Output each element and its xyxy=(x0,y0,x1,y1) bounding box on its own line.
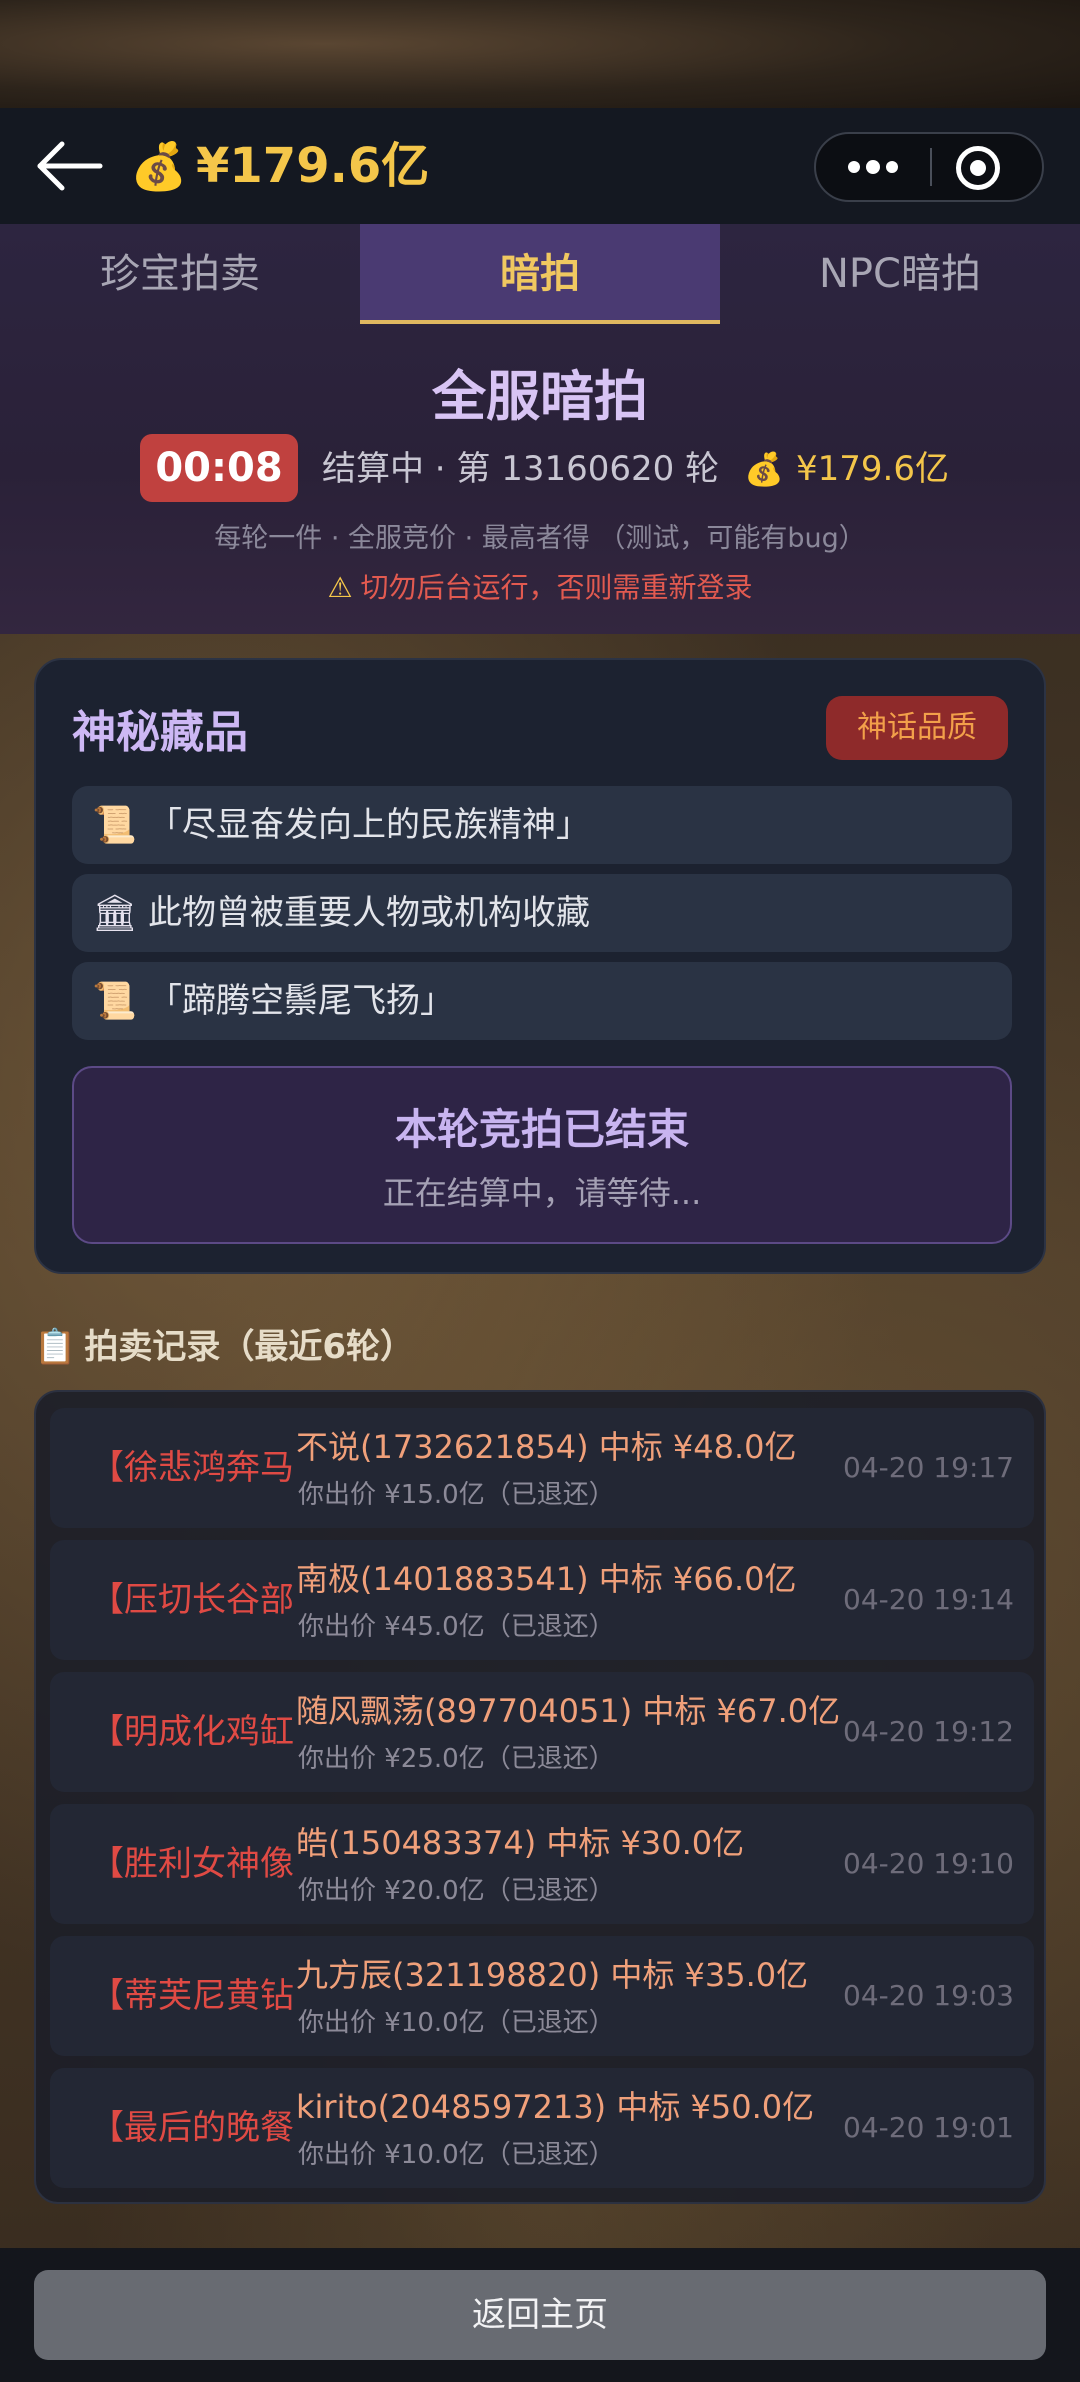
money-bag-icon: 💰 xyxy=(744,450,784,488)
tab-treasure-auction[interactable]: 珍宝拍卖 xyxy=(0,224,360,324)
record-row: 【最后的晚餐 kirito(2048597213) 中标 ¥50.0亿 你出价 … xyxy=(50,2068,1034,2188)
target-circle-icon[interactable] xyxy=(956,146,1000,190)
records-header: 📋 拍卖记录（最近6轮） xyxy=(34,1322,414,1372)
record-winner: 不说(1732621854) 中标 ¥48.0亿 xyxy=(296,1428,797,1466)
record-item-name: 【最后的晚餐 xyxy=(90,2108,294,2148)
museum-icon: 🏛 xyxy=(92,893,138,934)
record-winner: 南极(1401883541) 中标 ¥66.0亿 xyxy=(296,1560,797,1598)
tab-npc-sealed-auction[interactable]: NPC暗拍 xyxy=(720,224,1080,324)
record-time: 04-20 19:01 xyxy=(843,2111,1014,2144)
record-time: 04-20 19:12 xyxy=(843,1715,1014,1748)
clue-item: 📜 「蹄腾空鬃尾飞扬」 xyxy=(72,962,1012,1040)
countdown-timer: 00:08 xyxy=(140,434,298,502)
quality-badge: 神话品质 xyxy=(826,696,1008,760)
item-card: 神秘藏品 神话品质 📜 「尽显奋发向上的民族精神」 🏛 此物曾被重要人物或机构收… xyxy=(34,658,1046,1274)
clue-text: 此物曾被重要人物或机构收藏 xyxy=(148,893,590,933)
record-your-bid: 你出价 ¥20.0亿（已退还） xyxy=(298,1876,615,1906)
record-time: 04-20 19:14 xyxy=(843,1583,1014,1616)
money-bag-icon: 💰 xyxy=(130,139,188,193)
warning-message: ⚠ 切勿后台运行，否则需重新登录 xyxy=(0,566,1080,606)
record-item-name: 【徐悲鸿奔马 xyxy=(90,1448,294,1488)
record-time: 04-20 19:17 xyxy=(843,1451,1014,1484)
record-item-name: 【蒂芙尼黄钻 xyxy=(90,1976,294,2016)
page-title: 全服暗拍 xyxy=(432,365,648,428)
record-row: 【胜利女神像 皓(150483374) 中标 ¥30.0亿 你出价 ¥20.0亿… xyxy=(50,1804,1034,1924)
status-balance: ¥179.6亿 xyxy=(796,449,949,489)
clipboard-icon: 📋 xyxy=(34,1327,77,1367)
ended-title: 本轮竞拍已结束 xyxy=(394,1105,689,1154)
record-time: 04-20 19:03 xyxy=(843,1979,1014,2012)
tab-bar: 珍宝拍卖 暗拍 NPC暗拍 xyxy=(0,224,1080,324)
more-dots-icon[interactable] xyxy=(816,134,930,200)
clue-text: 「尽显奋发向上的民族精神」 xyxy=(148,805,590,845)
scroll-icon: 📜 xyxy=(92,805,137,846)
record-row: 【明成化鸡缸 随风飘荡(897704051) 中标 ¥67.0亿 你出价 ¥25… xyxy=(50,1672,1034,1792)
balance-amount: ¥179.6亿 xyxy=(196,138,430,194)
warning-icon: ⚠ xyxy=(327,571,353,604)
records-list[interactable]: 【徐悲鸿奔马 不说(1732621854) 中标 ¥48.0亿 你出价 ¥15.… xyxy=(34,1390,1046,2204)
round-status: 结算中 · 第 13160620 轮 xyxy=(322,449,720,489)
clue-item: 🏛 此物曾被重要人物或机构收藏 xyxy=(72,874,1012,952)
item-title: 神秘藏品 xyxy=(72,707,248,758)
return-home-button[interactable]: 返回主页 xyxy=(34,2270,1046,2360)
record-item-name: 【压切长谷部 xyxy=(90,1580,294,1620)
record-winner: 九方辰(321198820) 中标 ¥35.0亿 xyxy=(296,1956,809,1994)
record-row: 【压切长谷部 南极(1401883541) 中标 ¥66.0亿 你出价 ¥45.… xyxy=(50,1540,1034,1660)
record-item-name: 【明成化鸡缸 xyxy=(90,1712,294,1752)
record-winner: 皓(150483374) 中标 ¥30.0亿 xyxy=(296,1824,745,1862)
record-your-bid: 你出价 ¥10.0亿（已退还） xyxy=(298,2008,615,2038)
record-row: 【徐悲鸿奔马 不说(1732621854) 中标 ¥48.0亿 你出价 ¥15.… xyxy=(50,1408,1034,1528)
auction-rules: 每轮一件 · 全服竞价 · 最高者得 （测试，可能有bug） xyxy=(214,523,866,554)
capsule-divider xyxy=(930,148,932,186)
mini-program-capsule xyxy=(814,132,1044,202)
clue-text: 「蹄腾空鬃尾飞扬」 xyxy=(148,981,454,1021)
tab-sealed-auction[interactable]: 暗拍 xyxy=(360,224,720,324)
record-winner: 随风飘荡(897704051) 中标 ¥67.0亿 xyxy=(296,1692,841,1730)
record-your-bid: 你出价 ¥15.0亿（已退还） xyxy=(298,1480,615,1510)
ended-subtitle: 正在结算中，请等待... xyxy=(382,1174,702,1212)
warning-text: 切勿后台运行，否则需重新登录 xyxy=(360,571,753,604)
back-arrow-icon[interactable] xyxy=(36,138,104,194)
record-item-name: 【胜利女神像 xyxy=(90,1844,294,1884)
record-winner: kirito(2048597213) 中标 ¥50.0亿 xyxy=(296,2088,815,2126)
record-your-bid: 你出价 ¥25.0亿（已退还） xyxy=(298,1744,615,1774)
status-row: 00:08 结算中 · 第 13160620 轮 💰 ¥179.6亿 xyxy=(0,434,1080,504)
top-bar: 💰 ¥179.6亿 xyxy=(0,108,1080,224)
record-row: 【蒂芙尼黄钻 九方辰(321198820) 中标 ¥35.0亿 你出价 ¥10.… xyxy=(50,1936,1034,2056)
footer-bar: 返回主页 xyxy=(0,2248,1080,2382)
scroll-icon: 📜 xyxy=(92,981,137,1022)
records-header-text: 拍卖记录（最近6轮） xyxy=(84,1327,415,1367)
clue-item: 📜 「尽显奋发向上的民族精神」 xyxy=(72,786,1012,864)
auction-ended-box: 本轮竞拍已结束 正在结算中，请等待... xyxy=(72,1066,1012,1244)
record-your-bid: 你出价 ¥10.0亿（已退还） xyxy=(298,2140,615,2170)
background-top xyxy=(0,0,1080,110)
auction-banner: 珍宝拍卖 暗拍 NPC暗拍 全服暗拍 00:08 结算中 · 第 1316062… xyxy=(0,224,1080,634)
record-your-bid: 你出价 ¥45.0亿（已退还） xyxy=(298,1612,615,1642)
record-time: 04-20 19:10 xyxy=(843,1847,1014,1880)
